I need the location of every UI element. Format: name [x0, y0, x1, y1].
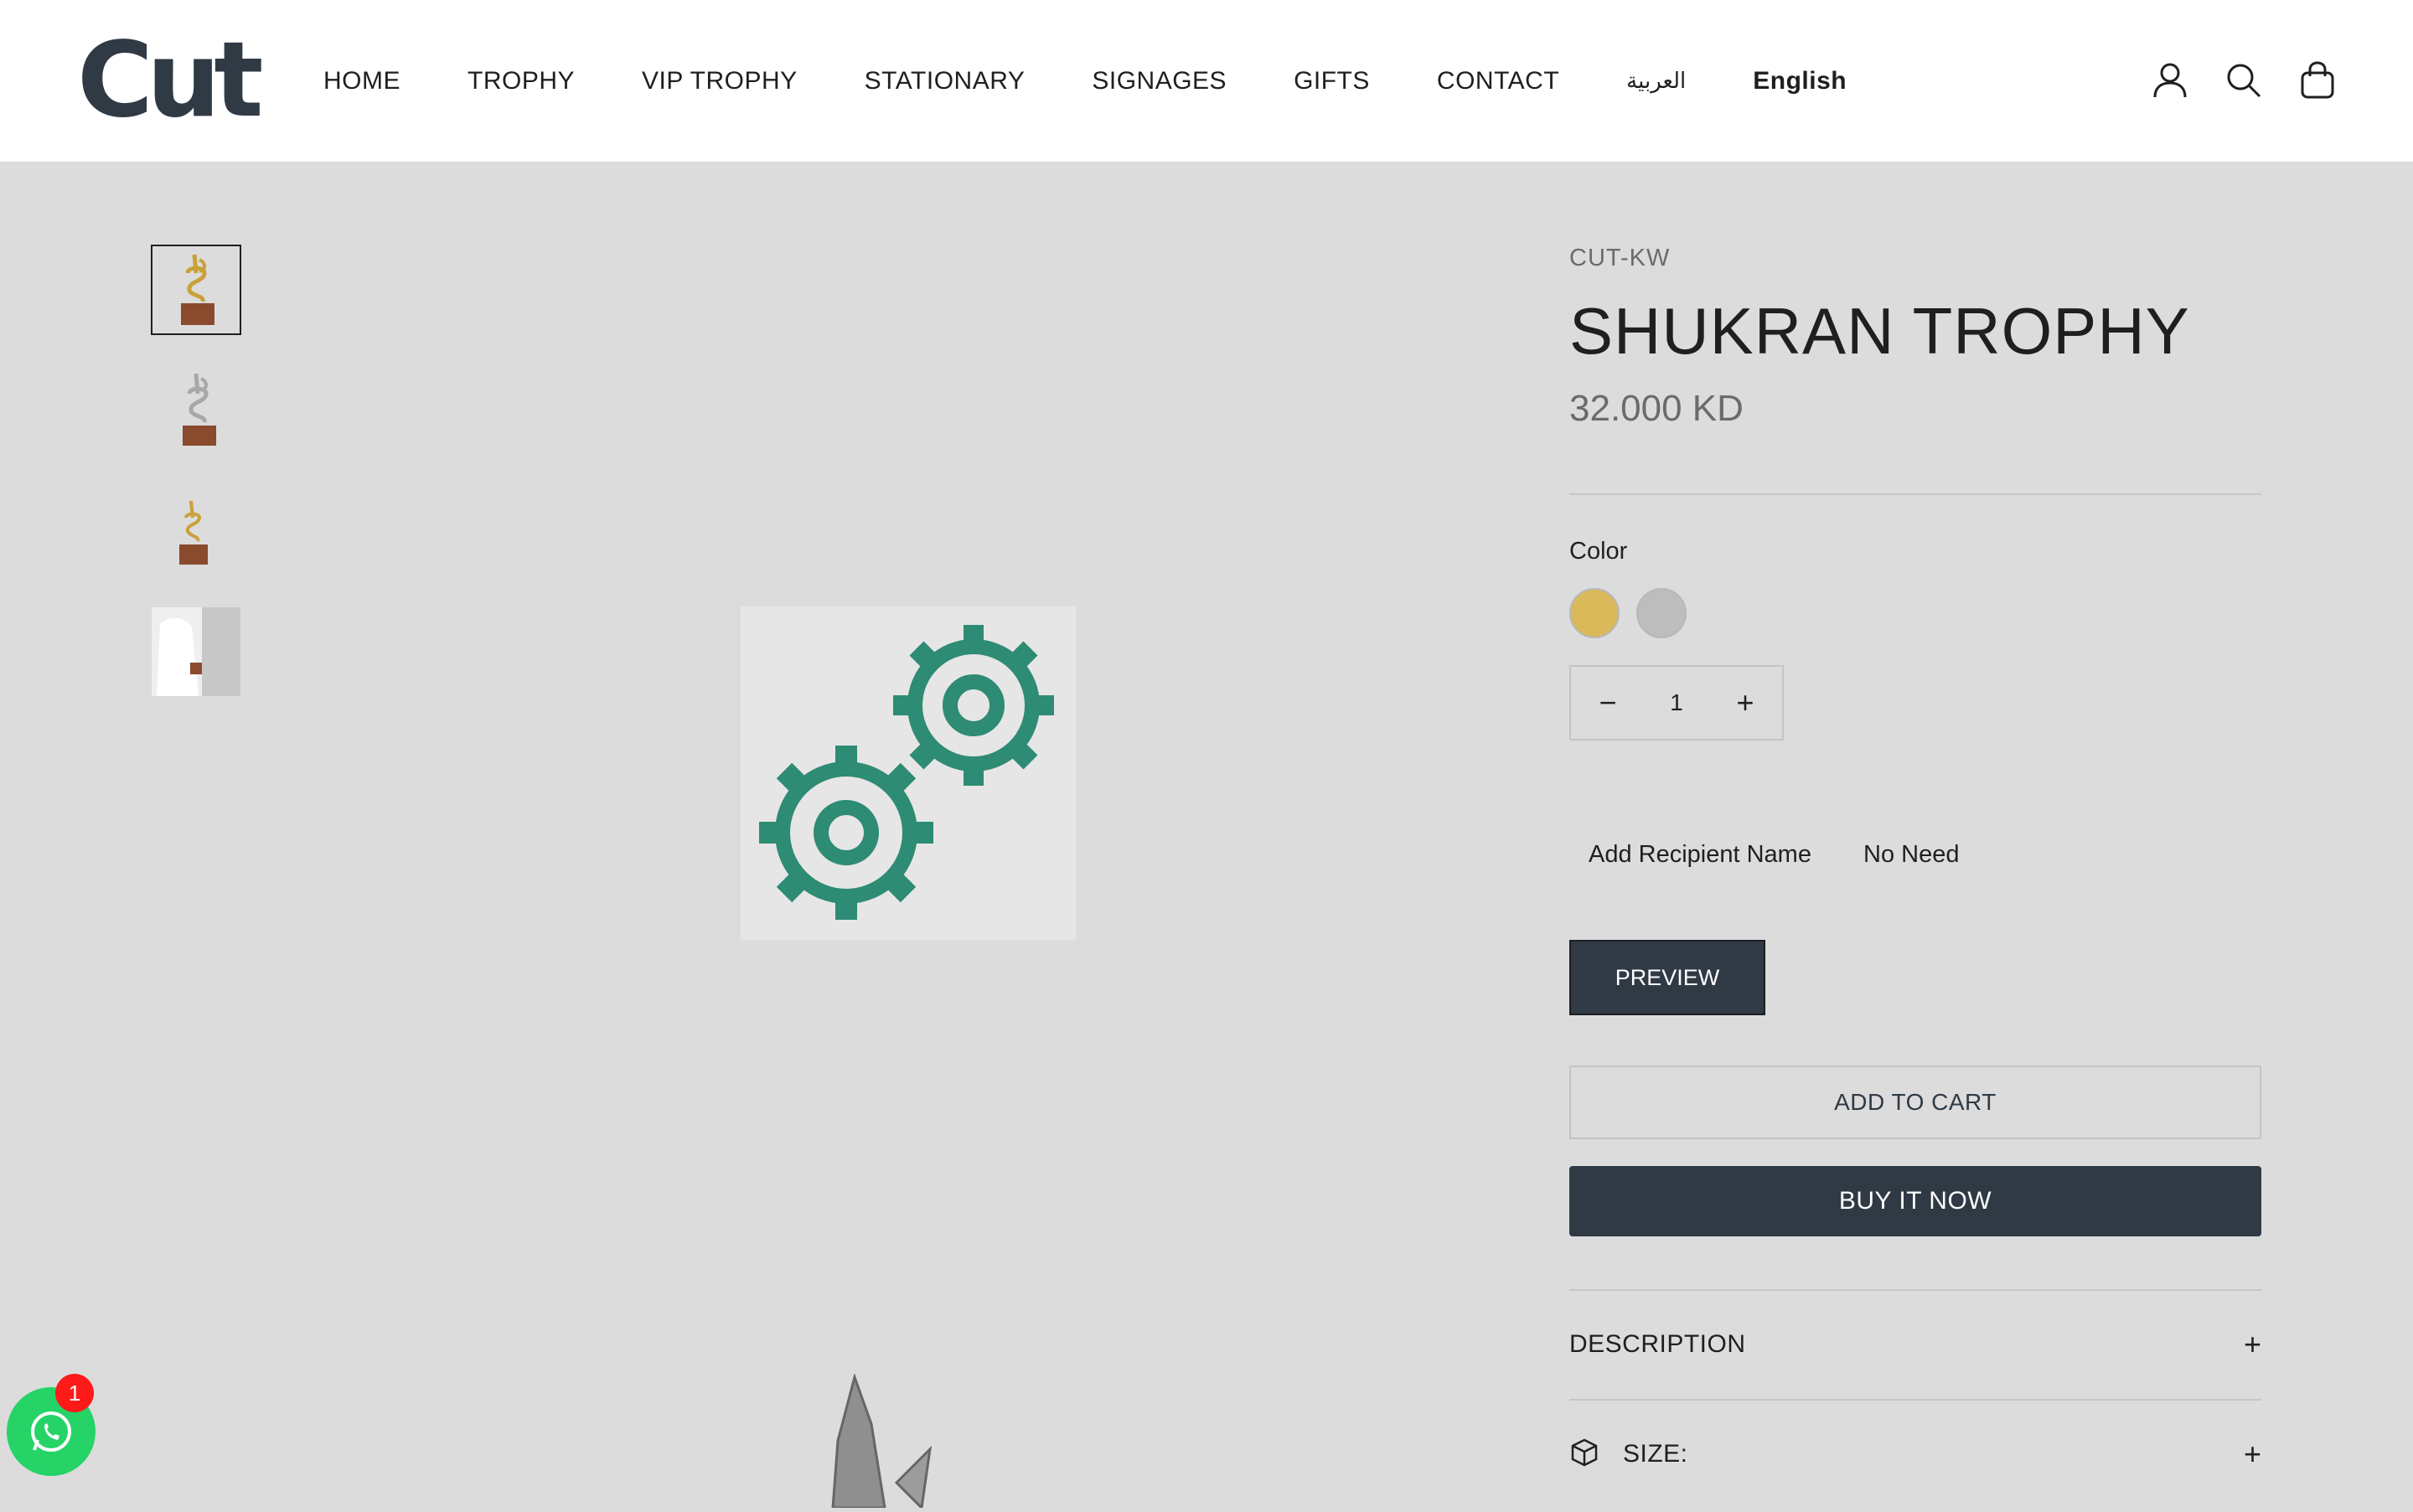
nav-gifts[interactable]: GIFTS: [1294, 67, 1370, 95]
silver-trophy-image: [183, 373, 216, 446]
accordion-size[interactable]: SIZE: +: [1569, 1429, 2261, 1479]
plus-icon: +: [2243, 1437, 2261, 1471]
plus-icon: +: [2243, 1327, 2261, 1361]
quantity-increase-button[interactable]: +: [1708, 685, 1782, 720]
divider: [1569, 1399, 2261, 1401]
buy-now-button[interactable]: BUY IT NOW: [1569, 1166, 2261, 1236]
product-vendor[interactable]: CUT-KW: [1569, 245, 2261, 272]
lang-arabic[interactable]: العربية: [1626, 69, 1686, 94]
quantity-value[interactable]: 1: [1645, 689, 1708, 716]
quantity-decrease-button[interactable]: −: [1571, 685, 1645, 720]
color-swatch-silver[interactable]: [1636, 588, 1687, 638]
account-icon[interactable]: [2152, 60, 2188, 101]
no-need-option[interactable]: No Need: [1863, 841, 1959, 869]
nav-vip-trophy[interactable]: VIP TROPHY: [642, 67, 798, 95]
nav-signages[interactable]: SIGNAGES: [1092, 67, 1227, 95]
nav-home[interactable]: HOME: [323, 67, 400, 95]
whatsapp-icon: [31, 1411, 71, 1452]
gold-trophy-image: [181, 254, 214, 325]
divider: [1569, 493, 2261, 495]
add-to-cart-button[interactable]: ADD TO CART: [1569, 1066, 2261, 1139]
lang-english[interactable]: English: [1753, 67, 1847, 95]
secondary-product-image: [804, 1372, 955, 1511]
thumbnail-list: [151, 245, 241, 727]
logo[interactable]: Cut: [77, 28, 264, 132]
nav-stationary[interactable]: STATIONARY: [865, 67, 1026, 95]
thumbnail-gold-trophy-small[interactable]: [151, 486, 241, 576]
recipient-name-option[interactable]: Add Recipient Name: [1589, 841, 1811, 869]
thumbnail-silver-trophy[interactable]: [151, 365, 241, 456]
product-price: 32.000 KD: [1569, 388, 1744, 429]
header-icons: [2152, 60, 2336, 101]
site-header: Cut HOME TROPHY VIP TROPHY STATIONARY SI…: [0, 0, 2413, 163]
main-nav: HOME TROPHY VIP TROPHY STATIONARY SIGNAG…: [323, 0, 1914, 162]
accordion-description-label: DESCRIPTION: [1569, 1330, 1746, 1358]
notification-badge: 1: [55, 1374, 94, 1412]
accordion-size-label: SIZE:: [1623, 1440, 1688, 1468]
color-swatch-gold[interactable]: [1569, 588, 1620, 638]
main-product-image[interactable]: [741, 606, 1076, 940]
quantity-stepper: − 1 +: [1569, 665, 1784, 741]
gold-trophy-small-image: [179, 500, 208, 565]
person-photo-image: [152, 607, 240, 696]
color-label: Color: [1569, 538, 1628, 565]
divider: [1569, 1289, 2261, 1291]
accordion-description[interactable]: DESCRIPTION +: [1569, 1319, 2261, 1370]
box-icon: [1569, 1437, 1623, 1472]
thumbnail-gold-trophy[interactable]: [151, 245, 241, 335]
search-icon[interactable]: [2225, 60, 2262, 101]
nav-contact[interactable]: CONTACT: [1437, 67, 1559, 95]
nav-trophy[interactable]: TROPHY: [468, 67, 575, 95]
thumbnail-person-holding-trophy[interactable]: [151, 606, 241, 697]
cart-icon[interactable]: [2299, 60, 2336, 101]
product-info: CUT-KW SHUKRAN TROPHY 32.000 KD: [1569, 245, 2261, 430]
gears-icon: [759, 625, 1054, 920]
preview-button[interactable]: PREVIEW: [1569, 940, 1765, 1015]
product-title: SHUKRAN TROPHY: [1569, 294, 2190, 368]
